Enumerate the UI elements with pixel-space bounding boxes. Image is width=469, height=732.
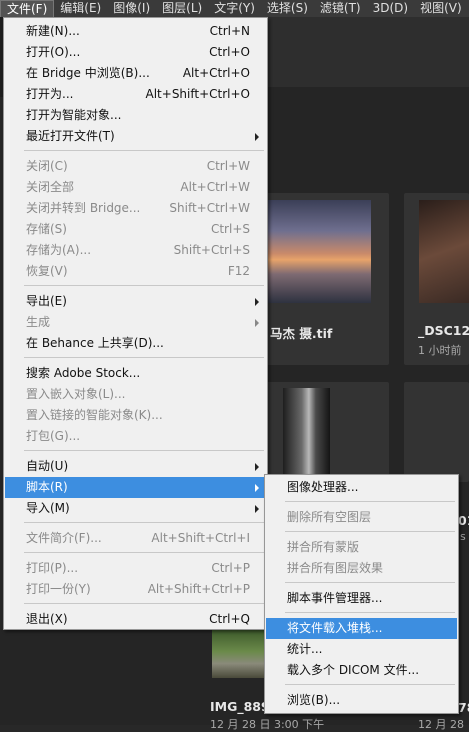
menu-separator [24, 150, 264, 151]
submenu-arrow-icon [255, 319, 259, 327]
menu-layer[interactable]: 图层(L) [156, 0, 208, 17]
menu-select[interactable]: 选择(S) [261, 0, 314, 17]
menu-file[interactable]: 文件(F) [0, 0, 55, 17]
menu-item-scripts[interactable]: 脚本(R) [5, 477, 266, 498]
workspace-header [265, 17, 469, 87]
thumbnail-image [419, 200, 469, 303]
menu-item-automate[interactable]: 自动(U) [5, 456, 266, 477]
submenu-item-image-processor[interactable]: 图像处理器... [266, 477, 457, 498]
menu-separator [285, 531, 455, 532]
menu-item-open-as[interactable]: 打开为... Alt+Shift+Ctrl+O [5, 84, 266, 105]
menu-item-share-behance[interactable]: 在 Behance 上共享(D)... [5, 333, 266, 354]
menu-item-save[interactable]: 存储(S) Ctrl+S [5, 219, 266, 240]
recent-file-card[interactable] [404, 382, 469, 482]
menu-item-exit[interactable]: 退出(X) Ctrl+Q [5, 609, 266, 630]
menu-item-print[interactable]: 打印(P)... Ctrl+P [5, 558, 266, 579]
submenu-item-load-dicom[interactable]: 载入多个 DICOM 文件... [266, 660, 457, 681]
menu-item-place-linked[interactable]: 置入链接的智能对象(K)... [5, 405, 266, 426]
menu-separator [285, 501, 455, 502]
card-timestamp: 1 小时前 [418, 344, 462, 357]
menu-item-revert[interactable]: 恢复(V) F12 [5, 261, 266, 282]
menu-item-browse-bridge[interactable]: 在 Bridge 中浏览(B)... Alt+Ctrl+O [5, 63, 266, 84]
menu-filter[interactable]: 滤镜(T) [314, 0, 367, 17]
menu-bar: 文件(F) 编辑(E) 图像(I) 图层(L) 文字(Y) 选择(S) 滤镜(T… [0, 0, 469, 17]
submenu-item-flatten-layer-effects[interactable]: 拼合所有图层效果 [266, 558, 457, 579]
file-menu: 新建(N)... Ctrl+N 打开(O)... Ctrl+O 在 Bridge 中… [3, 17, 268, 630]
menu-item-search-adobe-stock[interactable]: 搜索 Adobe Stock... [5, 363, 266, 384]
menu-item-save-as[interactable]: 存储为(A)... Shift+Ctrl+S [5, 240, 266, 261]
card-timestamp: 12 月 28 日 3:00 下午 [210, 718, 325, 731]
menu-separator [285, 684, 455, 685]
card-title: 78 [458, 700, 469, 715]
menu-item-open-smart-object[interactable]: 打开为智能对象... [5, 105, 266, 126]
menu-item-package[interactable]: 打包(G)... [5, 426, 266, 447]
thumbnail-image [212, 630, 264, 678]
menu-3d[interactable]: 3D(D) [367, 0, 414, 17]
card-title: IMG_889 [210, 699, 270, 714]
scripts-submenu: 图像处理器... 删除所有空图层 拼合所有蒙版 拼合所有图层效果 脚本事件管理器… [264, 474, 459, 714]
menu-separator [24, 603, 264, 604]
menu-image[interactable]: 图像(I) [107, 0, 156, 17]
menu-item-new[interactable]: 新建(N)... Ctrl+N [5, 21, 266, 42]
submenu-item-browse[interactable]: 浏览(B)... [266, 690, 457, 711]
menu-separator [24, 552, 264, 553]
menu-item-print-one-copy[interactable]: 打印一份(Y) Alt+Shift+Ctrl+P [5, 579, 266, 600]
menu-item-open[interactable]: 打开(O)... Ctrl+O [5, 42, 266, 63]
menu-item-import[interactable]: 导入(M) [5, 498, 266, 519]
submenu-item-flatten-masks[interactable]: 拼合所有蒙版 [266, 537, 457, 558]
card-title: 01 [458, 513, 469, 528]
card-timestamp: 12 月 28 [418, 718, 464, 731]
menu-separator [24, 450, 264, 451]
menu-separator [285, 582, 455, 583]
menu-item-generate[interactable]: 生成 [5, 312, 266, 333]
card-timestamp: s [460, 530, 466, 543]
menu-item-close-all[interactable]: 关闭全部 Alt+Ctrl+W [5, 177, 266, 198]
submenu-item-statistics[interactable]: 统计... [266, 639, 457, 660]
menu-item-recent-files[interactable]: 最近打开文件(T) [5, 126, 266, 147]
menu-item-file-info[interactable]: 文件简介(F)... Alt+Shift+Ctrl+I [5, 528, 266, 549]
menu-item-place-embedded[interactable]: 置入嵌入对象(L)... [5, 384, 266, 405]
menu-item-close[interactable]: 关闭(C) Ctrl+W [5, 156, 266, 177]
card-title: 马杰 摄.tif [270, 326, 333, 341]
menu-edit[interactable]: 编辑(E) [54, 0, 107, 17]
menu-separator [24, 285, 264, 286]
menu-view[interactable]: 视图(V) [414, 0, 468, 17]
menu-separator [24, 357, 264, 358]
submenu-arrow-icon [255, 505, 259, 513]
submenu-arrow-icon [255, 463, 259, 471]
thumbnail-image [268, 200, 371, 303]
menu-type[interactable]: 文字(Y) [208, 0, 261, 17]
submenu-arrow-icon [255, 484, 259, 492]
submenu-item-delete-empty-layers[interactable]: 删除所有空图层 [266, 507, 457, 528]
menu-separator [24, 522, 264, 523]
submenu-arrow-icon [255, 133, 259, 141]
submenu-item-load-files-into-stack[interactable]: 将文件载入堆栈... [266, 618, 457, 639]
menu-item-close-go-bridge[interactable]: 关闭并转到 Bridge... Shift+Ctrl+W [5, 198, 266, 219]
submenu-arrow-icon [255, 298, 259, 306]
card-title: _DSC120 [418, 323, 469, 338]
thumbnail-image [283, 388, 330, 474]
submenu-item-script-events-manager[interactable]: 脚本事件管理器... [266, 588, 457, 609]
menu-item-export[interactable]: 导出(E) [5, 291, 266, 312]
menu-separator [285, 612, 455, 613]
